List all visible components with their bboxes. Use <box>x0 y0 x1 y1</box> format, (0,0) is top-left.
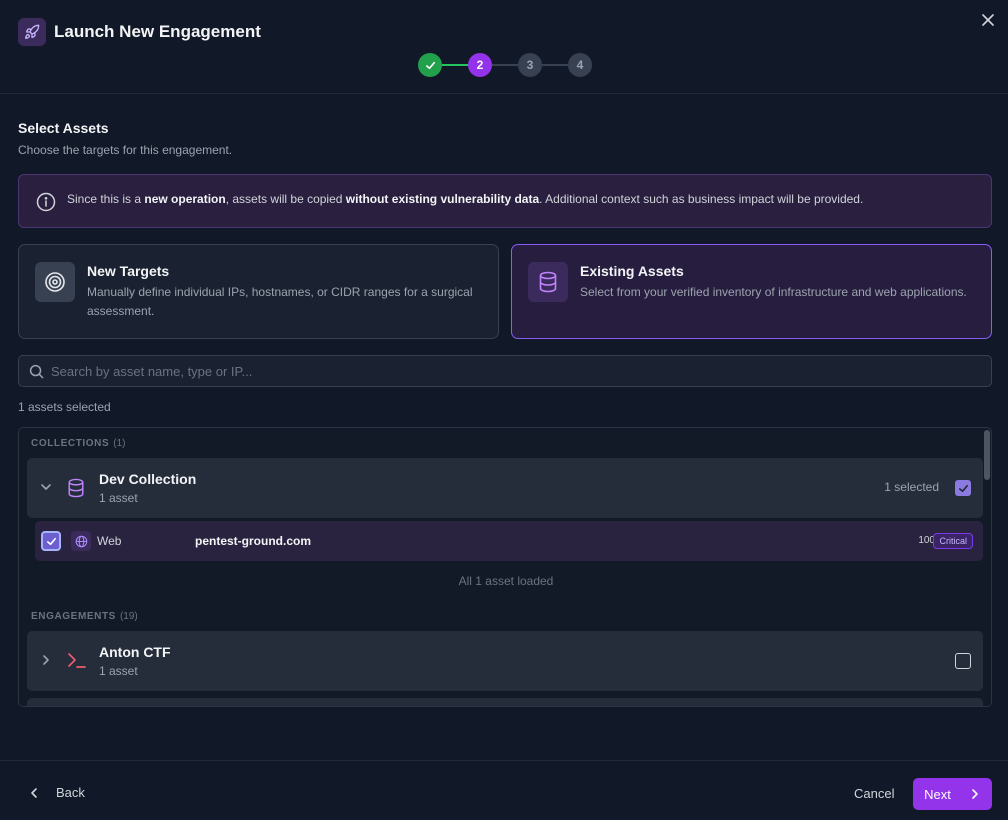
database-icon <box>528 262 568 302</box>
loaded-status: All 1 asset loaded <box>458 574 554 588</box>
option-description: Manually define individual IPs, hostname… <box>87 285 473 318</box>
step-3: 3 <box>518 53 542 77</box>
section-title: Select Assets <box>18 120 109 136</box>
cancel-button[interactable]: Cancel <box>854 786 894 801</box>
info-banner: Since this is a new operation, assets wi… <box>18 174 992 228</box>
search-input[interactable] <box>51 356 981 386</box>
step-connector <box>492 64 518 66</box>
group-subtitle: 1 asset <box>99 664 138 678</box>
next-label: Next <box>924 786 951 802</box>
terminal-icon <box>67 650 87 675</box>
close-icon[interactable] <box>978 10 998 30</box>
scrollbar[interactable] <box>984 430 990 480</box>
back-button[interactable]: Back <box>28 785 85 800</box>
step-connector <box>442 64 468 66</box>
collection-group-dev[interactable]: Dev Collection 1 asset 1 selected <box>27 458 983 518</box>
chevron-right-icon[interactable] <box>39 653 53 667</box>
asset-type: Web <box>97 534 122 548</box>
option-existing-assets[interactable]: Existing Assets Select from your verifie… <box>511 244 992 339</box>
search-box <box>18 355 992 387</box>
chevron-left-icon <box>31 787 37 798</box>
rocket-icon <box>18 18 46 46</box>
option-title: Existing Assets <box>580 263 684 279</box>
option-new-targets[interactable]: New Targets Manually define individual I… <box>18 244 499 339</box>
group-title: Dev Collection <box>99 471 197 487</box>
target-icon <box>35 262 75 302</box>
step-2: 2 <box>468 53 492 77</box>
step-connector <box>542 64 568 66</box>
next-button[interactable]: Next <box>913 778 992 810</box>
group-title: Anton CTF <box>99 644 171 660</box>
database-icon <box>67 477 85 504</box>
modal-footer: Back Cancel Next <box>0 760 1008 820</box>
info-icon <box>36 192 56 217</box>
check-icon <box>46 537 56 545</box>
group-subtitle: 1 asset <box>99 491 138 505</box>
group-checkbox[interactable] <box>955 480 971 496</box>
engagement-group-partial[interactable] <box>27 698 983 706</box>
step-1-complete <box>418 53 442 77</box>
option-description: Select from your verified inventory of i… <box>580 285 967 299</box>
engagements-label: ENGAGEMENTS (19) <box>31 611 138 622</box>
section-subtitle: Choose the targets for this engagement. <box>18 143 233 157</box>
info-text: Since this is a new operation, assets wi… <box>67 192 864 206</box>
option-title: New Targets <box>87 263 170 279</box>
chevron-down-icon[interactable] <box>39 480 53 494</box>
chevron-right-icon <box>972 789 978 799</box>
stepper: 2 3 4 <box>418 53 592 77</box>
search-icon <box>29 364 44 384</box>
globe-icon <box>71 531 91 551</box>
engagement-group-anton-ctf[interactable]: Anton CTF 1 asset <box>27 631 983 691</box>
modal-header: Launch New Engagement 2 3 4 <box>0 0 1008 94</box>
check-icon <box>425 61 435 69</box>
asset-checkbox[interactable] <box>41 531 61 551</box>
collections-label: COLLECTIONS (1) <box>31 438 126 449</box>
asset-score: 100 <box>918 535 935 546</box>
asset-name: pentest-ground.com <box>195 534 311 548</box>
check-icon <box>958 484 968 492</box>
asset-row[interactable]: Web pentest-ground.com 100 Critical <box>35 521 983 561</box>
asset-list[interactable]: COLLECTIONS (1) Dev Collection 1 asset 1 … <box>18 427 992 707</box>
group-checkbox[interactable] <box>955 653 971 669</box>
selected-count: 1 assets selected <box>18 400 111 414</box>
back-label: Back <box>56 785 85 800</box>
group-selected-count: 1 selected <box>884 480 939 494</box>
step-4: 4 <box>568 53 592 77</box>
severity-badge: Critical <box>933 533 973 549</box>
modal-title: Launch New Engagement <box>54 22 261 41</box>
